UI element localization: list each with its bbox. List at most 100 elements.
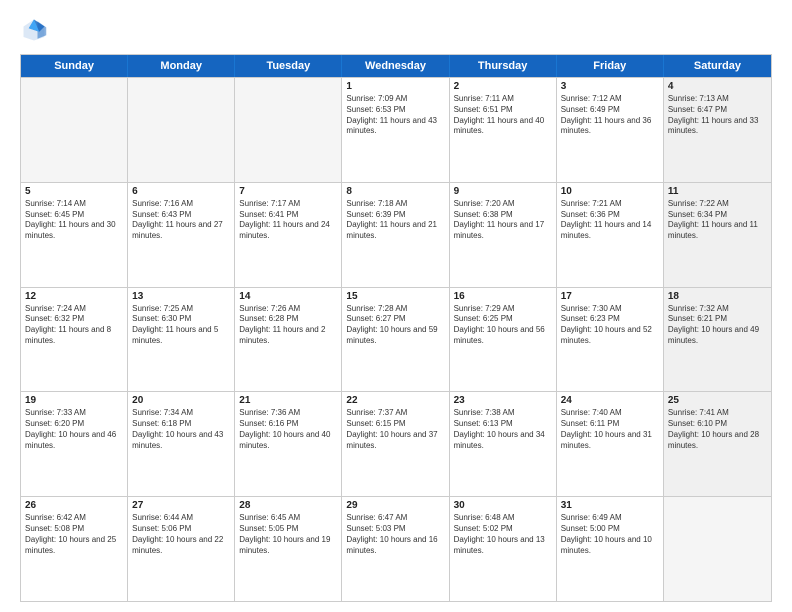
calendar-row: 26 Sunrise: 6:42 AMSunset: 5:08 PMDayligh… — [21, 496, 771, 601]
day-number: 22 — [346, 395, 444, 406]
calendar-row: 12 Sunrise: 7:24 AMSunset: 6:32 PMDayligh… — [21, 287, 771, 392]
day-number: 5 — [25, 186, 123, 197]
day-number: 14 — [239, 291, 337, 302]
day-number: 4 — [668, 81, 767, 92]
cell-info: Sunrise: 7:21 AMSunset: 6:36 PMDaylight:… — [561, 199, 659, 242]
cell-info: Sunrise: 6:48 AMSunset: 5:02 PMDaylight:… — [454, 513, 552, 556]
calendar-cell: 4 Sunrise: 7:13 AMSunset: 6:47 PMDaylight… — [664, 78, 771, 182]
day-number: 25 — [668, 395, 767, 406]
cell-info: Sunrise: 7:36 AMSunset: 6:16 PMDaylight:… — [239, 408, 337, 451]
weekday-header: Wednesday — [342, 55, 449, 77]
cell-info: Sunrise: 6:47 AMSunset: 5:03 PMDaylight:… — [346, 513, 444, 556]
calendar-cell: 13 Sunrise: 7:25 AMSunset: 6:30 PMDayligh… — [128, 288, 235, 392]
day-number: 2 — [454, 81, 552, 92]
calendar-cell: 26 Sunrise: 6:42 AMSunset: 5:08 PMDayligh… — [21, 497, 128, 601]
calendar-cell: 21 Sunrise: 7:36 AMSunset: 6:16 PMDayligh… — [235, 392, 342, 496]
weekday-header: Thursday — [450, 55, 557, 77]
day-number: 27 — [132, 500, 230, 511]
day-number: 16 — [454, 291, 552, 302]
day-number: 28 — [239, 500, 337, 511]
calendar-cell: 11 Sunrise: 7:22 AMSunset: 6:34 PMDayligh… — [664, 183, 771, 287]
cell-info: Sunrise: 6:49 AMSunset: 5:00 PMDaylight:… — [561, 513, 659, 556]
calendar-cell: 23 Sunrise: 7:38 AMSunset: 6:13 PMDayligh… — [450, 392, 557, 496]
cell-info: Sunrise: 7:24 AMSunset: 6:32 PMDaylight:… — [25, 304, 123, 347]
calendar-cell: 24Sunrise: 7:40 AMSunset: 6:11 PMDayligh… — [557, 392, 664, 496]
calendar-cell: 5 Sunrise: 7:14 AMSunset: 6:45 PMDaylight… — [21, 183, 128, 287]
day-number: 10 — [561, 186, 659, 197]
calendar-cell — [128, 78, 235, 182]
calendar-cell: 31 Sunrise: 6:49 AMSunset: 5:00 PMDayligh… — [557, 497, 664, 601]
cell-info: Sunrise: 7:37 AMSunset: 6:15 PMDaylight:… — [346, 408, 444, 451]
day-number: 13 — [132, 291, 230, 302]
page-header — [20, 16, 772, 44]
cell-info: Sunrise: 7:16 AMSunset: 6:43 PMDaylight:… — [132, 199, 230, 242]
weekday-header: Monday — [128, 55, 235, 77]
day-number: 12 — [25, 291, 123, 302]
calendar-cell: 29Sunrise: 6:47 AMSunset: 5:03 PMDayligh… — [342, 497, 449, 601]
calendar-cell — [664, 497, 771, 601]
day-number: 24 — [561, 395, 659, 406]
cell-info: Sunrise: 7:26 AMSunset: 6:28 PMDaylight:… — [239, 304, 337, 347]
calendar-cell: 17 Sunrise: 7:30 AMSunset: 6:23 PMDayligh… — [557, 288, 664, 392]
day-number: 3 — [561, 81, 659, 92]
day-number: 6 — [132, 186, 230, 197]
day-number: 9 — [454, 186, 552, 197]
weekday-header: Tuesday — [235, 55, 342, 77]
cell-info: Sunrise: 7:29 AMSunset: 6:25 PMDaylight:… — [454, 304, 552, 347]
day-number: 11 — [668, 186, 767, 197]
calendar: SundayMondayTuesdayWednesdayThursdayFrid… — [20, 54, 772, 602]
cell-info: Sunrise: 7:13 AMSunset: 6:47 PMDaylight:… — [668, 94, 767, 137]
cell-info: Sunrise: 6:42 AMSunset: 5:08 PMDaylight:… — [25, 513, 123, 556]
cell-info: Sunrise: 7:17 AMSunset: 6:41 PMDaylight:… — [239, 199, 337, 242]
cell-info: Sunrise: 7:18 AMSunset: 6:39 PMDaylight:… — [346, 199, 444, 242]
calendar-cell: 1Sunrise: 7:09 AMSunset: 6:53 PMDaylight… — [342, 78, 449, 182]
day-number: 31 — [561, 500, 659, 511]
calendar-cell: 22 Sunrise: 7:37 AMSunset: 6:15 PMDayligh… — [342, 392, 449, 496]
cell-info: Sunrise: 7:38 AMSunset: 6:13 PMDaylight:… — [454, 408, 552, 451]
day-number: 1 — [346, 81, 444, 92]
cell-info: Sunrise: 7:25 AMSunset: 6:30 PMDaylight:… — [132, 304, 230, 347]
cell-info: Sunrise: 6:45 AMSunset: 5:05 PMDaylight:… — [239, 513, 337, 556]
calendar-cell: 10 Sunrise: 7:21 AMSunset: 6:36 PMDayligh… — [557, 183, 664, 287]
calendar-cell: 18 Sunrise: 7:32 AMSunset: 6:21 PMDayligh… — [664, 288, 771, 392]
day-number: 15 — [346, 291, 444, 302]
day-number: 7 — [239, 186, 337, 197]
cell-info: Sunrise: 6:44 AMSunset: 5:06 PMDaylight:… — [132, 513, 230, 556]
calendar-row: 5 Sunrise: 7:14 AMSunset: 6:45 PMDaylight… — [21, 182, 771, 287]
day-number: 30 — [454, 500, 552, 511]
calendar-cell — [235, 78, 342, 182]
cell-info: Sunrise: 7:32 AMSunset: 6:21 PMDaylight:… — [668, 304, 767, 347]
calendar-cell: 8 Sunrise: 7:18 AMSunset: 6:39 PMDaylight… — [342, 183, 449, 287]
day-number: 26 — [25, 500, 123, 511]
day-number: 21 — [239, 395, 337, 406]
cell-info: Sunrise: 7:34 AMSunset: 6:18 PMDaylight:… — [132, 408, 230, 451]
calendar-cell: 12 Sunrise: 7:24 AMSunset: 6:32 PMDayligh… — [21, 288, 128, 392]
weekday-header: Sunday — [21, 55, 128, 77]
logo — [20, 16, 52, 44]
cell-info: Sunrise: 7:41 AMSunset: 6:10 PMDaylight:… — [668, 408, 767, 451]
day-number: 18 — [668, 291, 767, 302]
cell-info: Sunrise: 7:33 AMSunset: 6:20 PMDaylight:… — [25, 408, 123, 451]
calendar-cell: 14 Sunrise: 7:26 AMSunset: 6:28 PMDayligh… — [235, 288, 342, 392]
weekday-header: Saturday — [664, 55, 771, 77]
calendar-row: 1Sunrise: 7:09 AMSunset: 6:53 PMDaylight… — [21, 77, 771, 182]
cell-info: Sunrise: 7:28 AMSunset: 6:27 PMDaylight:… — [346, 304, 444, 347]
cell-info: Sunrise: 7:12 AMSunset: 6:49 PMDaylight:… — [561, 94, 659, 137]
logo-icon — [20, 16, 48, 44]
calendar-cell: 3 Sunrise: 7:12 AMSunset: 6:49 PMDaylight… — [557, 78, 664, 182]
calendar-cell: 25 Sunrise: 7:41 AMSunset: 6:10 PMDayligh… — [664, 392, 771, 496]
day-number: 20 — [132, 395, 230, 406]
calendar-cell: 28 Sunrise: 6:45 AMSunset: 5:05 PMDayligh… — [235, 497, 342, 601]
cell-info: Sunrise: 7:14 AMSunset: 6:45 PMDaylight:… — [25, 199, 123, 242]
day-number: 17 — [561, 291, 659, 302]
cell-info: Sunrise: 7:30 AMSunset: 6:23 PMDaylight:… — [561, 304, 659, 347]
day-number: 23 — [454, 395, 552, 406]
cell-info: Sunrise: 7:11 AMSunset: 6:51 PMDaylight:… — [454, 94, 552, 137]
weekday-header: Friday — [557, 55, 664, 77]
calendar-row: 19 Sunrise: 7:33 AMSunset: 6:20 PMDayligh… — [21, 391, 771, 496]
day-number: 19 — [25, 395, 123, 406]
calendar-cell: 19 Sunrise: 7:33 AMSunset: 6:20 PMDayligh… — [21, 392, 128, 496]
calendar-body: 1Sunrise: 7:09 AMSunset: 6:53 PMDaylight… — [21, 77, 771, 601]
cell-info: Sunrise: 7:22 AMSunset: 6:34 PMDaylight:… — [668, 199, 767, 242]
day-number: 8 — [346, 186, 444, 197]
